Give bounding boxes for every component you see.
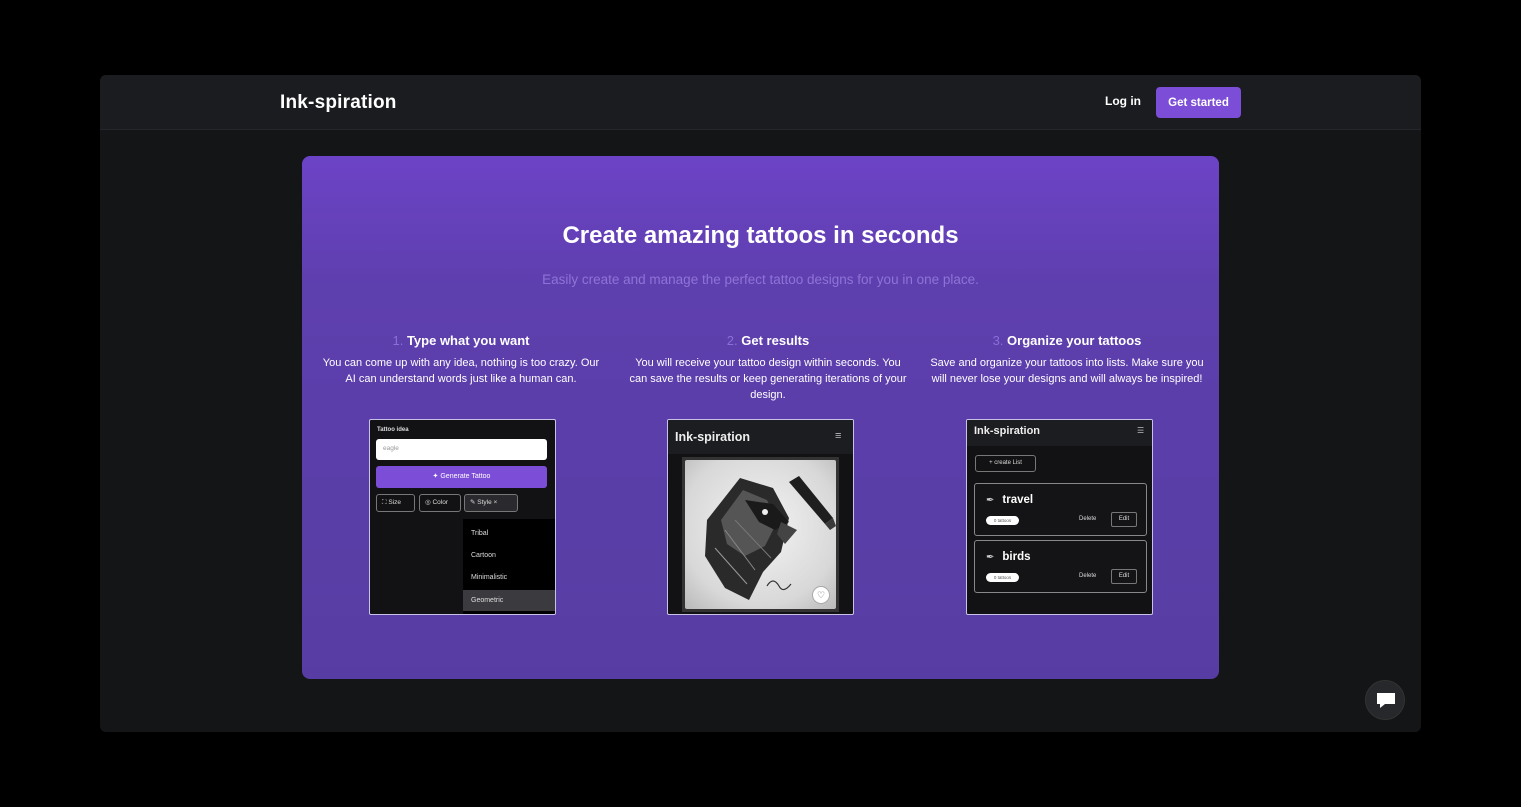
preview-header: Ink-spiration ≡ bbox=[668, 420, 853, 454]
style-chip: ✎ Style × bbox=[464, 494, 518, 512]
step-title-text: Type what you want bbox=[406, 333, 530, 348]
size-chip-label: Size bbox=[388, 499, 402, 506]
step-description: You can come up with any idea, nothing i… bbox=[322, 357, 600, 385]
style-option: Minimalistic bbox=[471, 574, 508, 581]
results-preview: Ink-spiration ≡ ♡ bbox=[667, 419, 854, 615]
preview-header: Ink-spiration ☰ bbox=[967, 420, 1152, 446]
lists-preview: Ink-spiration ☰ + create List ✒ travel 0 … bbox=[966, 419, 1153, 615]
hero-subtitle: Easily create and manage the perfect tat… bbox=[542, 272, 979, 287]
delete-link: Delete bbox=[1079, 516, 1097, 522]
step-2: 2. Get results You will receive your tat… bbox=[628, 333, 908, 403]
app-window: Ink-spiration Log in Get started Create … bbox=[100, 75, 1421, 732]
hero-section: Create amazing tattoos in seconds Easily… bbox=[302, 156, 1219, 679]
heart-icon: ♡ bbox=[812, 586, 830, 604]
style-option: Tribal bbox=[471, 530, 489, 537]
create-list-button: + create List bbox=[975, 455, 1036, 472]
delete-link: Delete bbox=[1079, 573, 1097, 579]
generate-preview: Tattoo idea eagle ✦ Generate Tattoo ⛶ Si… bbox=[369, 419, 556, 615]
style-option: Cartoon bbox=[471, 552, 496, 559]
size-chip: ⛶ Size bbox=[376, 494, 415, 512]
step-title: 2. Get results bbox=[628, 333, 908, 348]
step-title: 1. Type what you want bbox=[321, 333, 601, 348]
list-card: ✒ travel 0 tattoos Delete Edit bbox=[974, 483, 1147, 536]
generate-label: Generate Tattoo bbox=[440, 473, 491, 480]
close-icon: × bbox=[491, 499, 498, 506]
step-number: 1. bbox=[392, 333, 404, 348]
color-chip-label: Color bbox=[432, 499, 449, 506]
preview-brand: Ink-spiration bbox=[675, 430, 751, 444]
step-3: 3. Organize your tattoos Save and organi… bbox=[927, 333, 1207, 387]
list-name-text: travel bbox=[1002, 494, 1034, 506]
step-title: 3. Organize your tattoos bbox=[927, 333, 1207, 348]
edit-button: Edit bbox=[1111, 569, 1137, 584]
result-card: ♡ bbox=[682, 457, 839, 612]
step-1: 1. Type what you want You can come up wi… bbox=[321, 333, 601, 387]
tattoo-count-badge: 0 tattoos bbox=[986, 573, 1019, 582]
tattoo-idea-label: Tattoo idea bbox=[377, 427, 409, 433]
pen-icon: ✒ bbox=[986, 495, 995, 506]
edit-button: Edit bbox=[1111, 512, 1137, 527]
hero-title: Create amazing tattoos in seconds bbox=[562, 222, 959, 249]
style-option-selected: Geometric bbox=[463, 590, 555, 611]
step-title-text: Organize your tattoos bbox=[1007, 333, 1142, 348]
list-name: ✒ birds bbox=[986, 551, 1031, 563]
list-card: ✒ birds 0 tattoos Delete Edit bbox=[974, 540, 1147, 593]
top-nav: Ink-spiration Log in Get started bbox=[100, 75, 1421, 130]
chat-bubble-icon bbox=[1377, 693, 1395, 708]
list-name-text: birds bbox=[1002, 551, 1031, 563]
tattoo-idea-input: eagle bbox=[376, 439, 547, 460]
get-started-button[interactable]: Get started bbox=[1156, 87, 1241, 118]
chat-support-button[interactable] bbox=[1365, 680, 1405, 720]
step-description: You will receive your tattoo design with… bbox=[629, 357, 907, 401]
hamburger-menu-icon: ☰ bbox=[1137, 426, 1145, 435]
hamburger-menu-icon: ≡ bbox=[835, 430, 842, 442]
login-link[interactable]: Log in bbox=[1105, 94, 1141, 108]
brand-logo[interactable]: Ink-spiration bbox=[280, 92, 397, 114]
style-dropdown: Tribal Cartoon Minimalistic Geometric bbox=[463, 519, 555, 614]
color-chip: ◎ Color bbox=[419, 494, 461, 512]
preview-brand: Ink-spiration bbox=[974, 425, 1041, 437]
step-number: 3. bbox=[992, 333, 1004, 348]
tattoo-count-badge: 0 tattoos bbox=[986, 516, 1019, 525]
generate-tattoo-button: ✦ Generate Tattoo bbox=[376, 466, 547, 488]
pen-icon: ✒ bbox=[986, 552, 995, 563]
step-number: 2. bbox=[726, 333, 738, 348]
list-name: ✒ travel bbox=[986, 494, 1033, 506]
style-chip-label: Style bbox=[477, 499, 492, 506]
step-description: Save and organize your tattoos into list… bbox=[930, 357, 1204, 385]
step-title-text: Get results bbox=[741, 333, 810, 348]
eagle-tattoo-image: ♡ bbox=[685, 460, 836, 609]
